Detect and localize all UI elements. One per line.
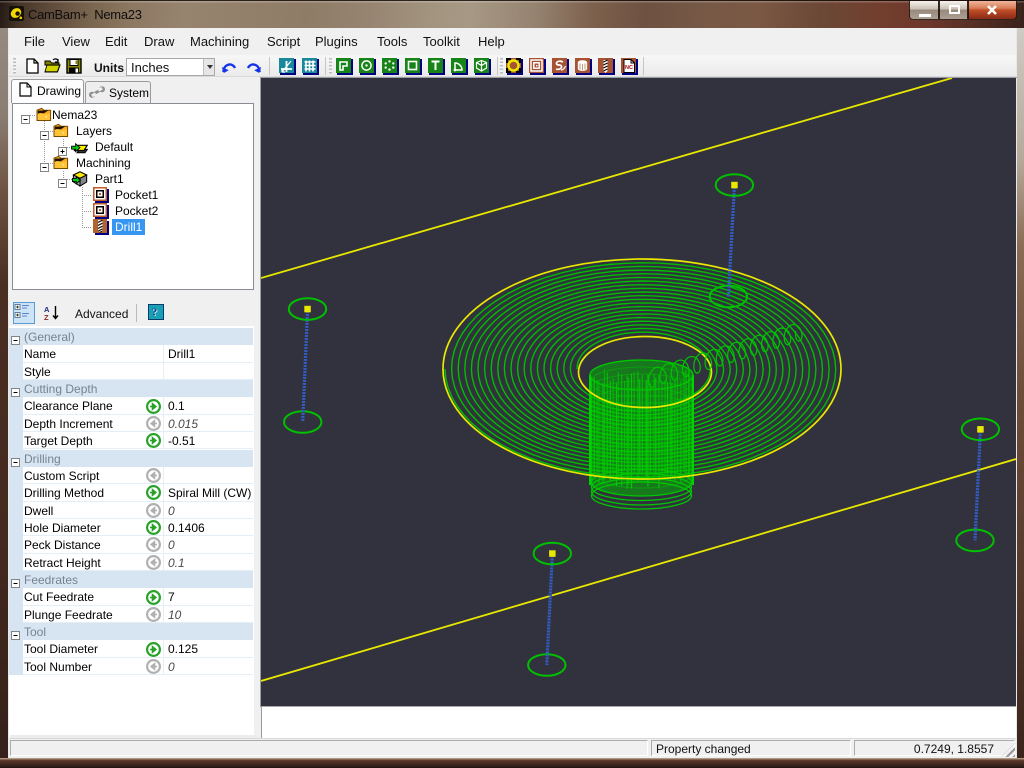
svg-text:Z: Z xyxy=(44,313,49,321)
svg-text:?: ? xyxy=(152,306,158,318)
svg-text:NC: NC xyxy=(625,65,633,71)
